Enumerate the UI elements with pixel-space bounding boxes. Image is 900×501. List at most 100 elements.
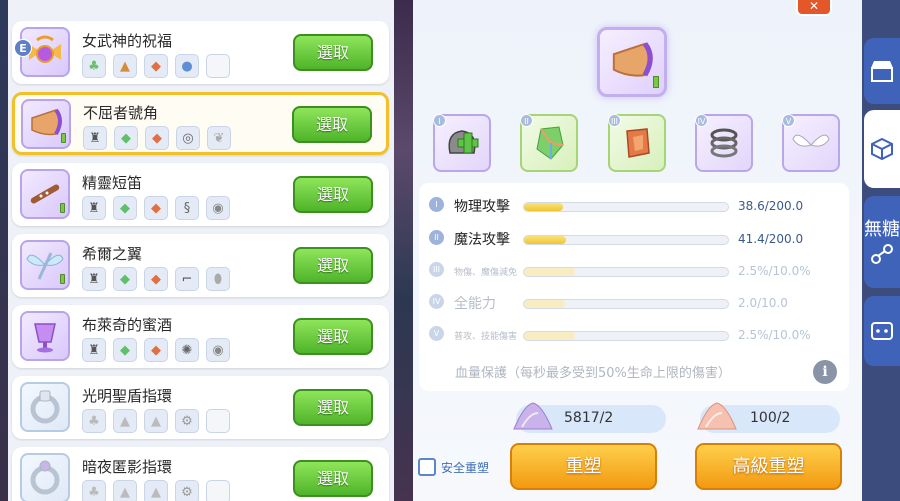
stat-label: 魔法攻擊 <box>454 232 510 248</box>
slot-number: I <box>433 114 446 127</box>
info-icon[interactable]: i <box>813 360 837 384</box>
select-button[interactable]: 選取 <box>293 460 373 497</box>
safe-reforge-label[interactable]: 安全重塑 <box>441 459 489 476</box>
stat-bar <box>523 202 729 212</box>
stat-value: 2.5%/10.0% <box>738 264 811 278</box>
item-name: 暗夜匿影指環 <box>82 458 173 476</box>
stat-bar-fill <box>524 300 565 308</box>
ring-material-icon: ◉ <box>206 196 230 220</box>
armor-plus-icon <box>448 130 479 154</box>
stat-number-icon: III <box>429 262 444 277</box>
stat-row-skill-damage: V 普攻、技能傷害 2.5%/10.0% <box>419 322 849 346</box>
stat-label: 普攻、技能傷害 <box>454 332 518 342</box>
candy-tab[interactable]: 無糖 <box>864 196 900 288</box>
ring-icon <box>30 390 60 424</box>
material-row: ♣ ▲ ◆ ● <box>82 54 230 78</box>
slot-1[interactable]: I <box>433 114 491 172</box>
card-tab[interactable] <box>864 296 900 366</box>
selected-item-display <box>597 27 667 97</box>
select-button[interactable]: 選取 <box>293 34 373 71</box>
gem-material-icon: ● <box>175 54 199 78</box>
ring-icon <box>30 460 60 495</box>
item-list-panel[interactable]: E 女武神的祝福 ♣ ▲ ◆ ● 選取 不屈者號角 ♜ ◆ ◆ ◎ ❦ 選取 精… <box>8 0 394 501</box>
slot-5[interactable]: V <box>782 114 840 172</box>
select-button[interactable]: 選取 <box>293 318 373 355</box>
close-icon[interactable]: ✕ <box>796 0 832 16</box>
cone-material-icon: ▲ <box>113 409 137 433</box>
shop-icon <box>871 61 893 82</box>
stat-value: 41.4/200.0 <box>738 232 804 246</box>
stat-number-icon: I <box>429 197 444 212</box>
hp-protection-text: 血量保護（每秒最多受到50%生命上限的傷害） <box>455 366 731 381</box>
leaf-material-icon: ♣ <box>82 480 106 501</box>
item-thumbnail <box>20 453 70 501</box>
helm-material-icon: ♜ <box>82 267 106 291</box>
list-item-night-shadow-ring[interactable]: 暗夜匿影指環 ♣ ▲ ▲ ⚙ 選取 <box>12 447 389 501</box>
stat-label: 全能力 <box>454 296 496 312</box>
stat-number-icon: II <box>429 230 444 245</box>
slot-number: V <box>782 114 795 127</box>
leaf-material-icon: ♣ <box>82 409 106 433</box>
purple-dust-icon <box>513 402 553 430</box>
select-button[interactable]: 選取 <box>293 389 373 426</box>
shop-tab[interactable] <box>864 38 900 104</box>
slot-4[interactable]: IV <box>695 114 753 172</box>
slot-3[interactable]: III <box>608 114 666 172</box>
select-button[interactable]: 選取 <box>293 176 373 213</box>
cone-material-icon: ▲ <box>144 409 168 433</box>
slot-number: IV <box>695 114 708 127</box>
orange-stone-icon <box>626 128 650 158</box>
gem-material-icon: ◆ <box>114 126 138 150</box>
list-item-holy-shield-ring[interactable]: 光明聖盾指環 ♣ ▲ ▲ ⚙ 選取 <box>12 376 389 439</box>
horn-icon <box>31 108 62 136</box>
coil-material-icon: ⚙ <box>175 480 199 501</box>
helm-material-icon: ♜ <box>83 126 107 150</box>
stat-row-magic-attack: II 魔法攻擊 41.4/200.0 <box>419 226 849 250</box>
empty-material-slot <box>206 480 230 501</box>
item-name: 布萊奇的蜜酒 <box>82 316 173 334</box>
slot-number: III <box>608 114 621 127</box>
gem-material-icon: ◆ <box>113 338 137 362</box>
advanced-reforge-button[interactable]: 高級重塑 <box>695 443 842 490</box>
stat-bar-fill <box>524 236 567 244</box>
item-name: 不屈者號角 <box>83 104 159 122</box>
list-item-valkyrie-blessing[interactable]: E 女武神的祝福 ♣ ▲ ◆ ● 選取 <box>12 21 389 84</box>
horn-icon <box>612 42 653 77</box>
stat-bar-fill <box>524 332 575 340</box>
stone-material-icon: ◆ <box>144 196 168 220</box>
crystal-icon <box>536 126 564 160</box>
wing-material-icon: ❦ <box>207 126 231 150</box>
level-gauge <box>653 76 659 88</box>
coil-material-icon: ◎ <box>176 126 200 150</box>
slot-2[interactable]: II <box>520 114 578 172</box>
reforge-tab[interactable] <box>864 110 900 188</box>
stat-row-damage-reduction: III 物傷、魔傷減免 2.5%/10.0% <box>419 258 849 282</box>
list-item-unyielding-horn[interactable]: 不屈者號角 ♜ ◆ ◆ ◎ ❦ 選取 <box>12 92 389 155</box>
list-item-hill-wings[interactable]: 希爾之翼 ♜ ◆ ◆ ⌐ ⬮ 選取 <box>12 234 389 297</box>
item-thumbnail <box>20 169 70 219</box>
material-row: ♜ ◆ ◆ ◎ ❦ <box>83 126 231 150</box>
item-name: 希爾之翼 <box>82 245 143 263</box>
cone-material-icon: ▲ <box>113 480 137 501</box>
stat-value: 2.5%/10.0% <box>738 328 811 342</box>
candy-tab-label: 無糖 <box>864 219 900 240</box>
stat-bar <box>523 299 729 309</box>
empty-material-slot <box>206 54 230 78</box>
list-item-bragi-mead[interactable]: 布萊奇的蜜酒 ♜ ◆ ◆ ✺ ◉ 選取 <box>12 305 389 368</box>
safe-reforge-checkbox[interactable] <box>418 458 436 476</box>
stat-value: 38.6/200.0 <box>738 199 804 213</box>
nodes-icon <box>871 244 893 264</box>
item-thumbnail <box>21 99 71 149</box>
coil-material-icon: ⚙ <box>175 409 199 433</box>
stat-row-physical-attack: I 物理攻擊 38.6/200.0 <box>419 193 849 217</box>
reforge-button[interactable]: 重塑 <box>510 443 657 490</box>
stat-bar-fill <box>524 268 575 276</box>
select-button[interactable]: 選取 <box>292 106 372 143</box>
stats-panel: I 物理攻擊 38.6/200.0 II 魔法攻擊 41.4/200.0 III… <box>419 183 849 391</box>
list-item-elven-piccolo[interactable]: 精靈短笛 ♜ ◆ ◆ § ◉ 選取 <box>12 163 389 226</box>
cone-material-icon: ▲ <box>144 480 168 501</box>
gun-material-icon: ⌐ <box>175 267 199 291</box>
select-button[interactable]: 選取 <box>293 247 373 284</box>
stone-material-icon: ◆ <box>144 54 168 78</box>
ring-material-icon: ◉ <box>206 338 230 362</box>
